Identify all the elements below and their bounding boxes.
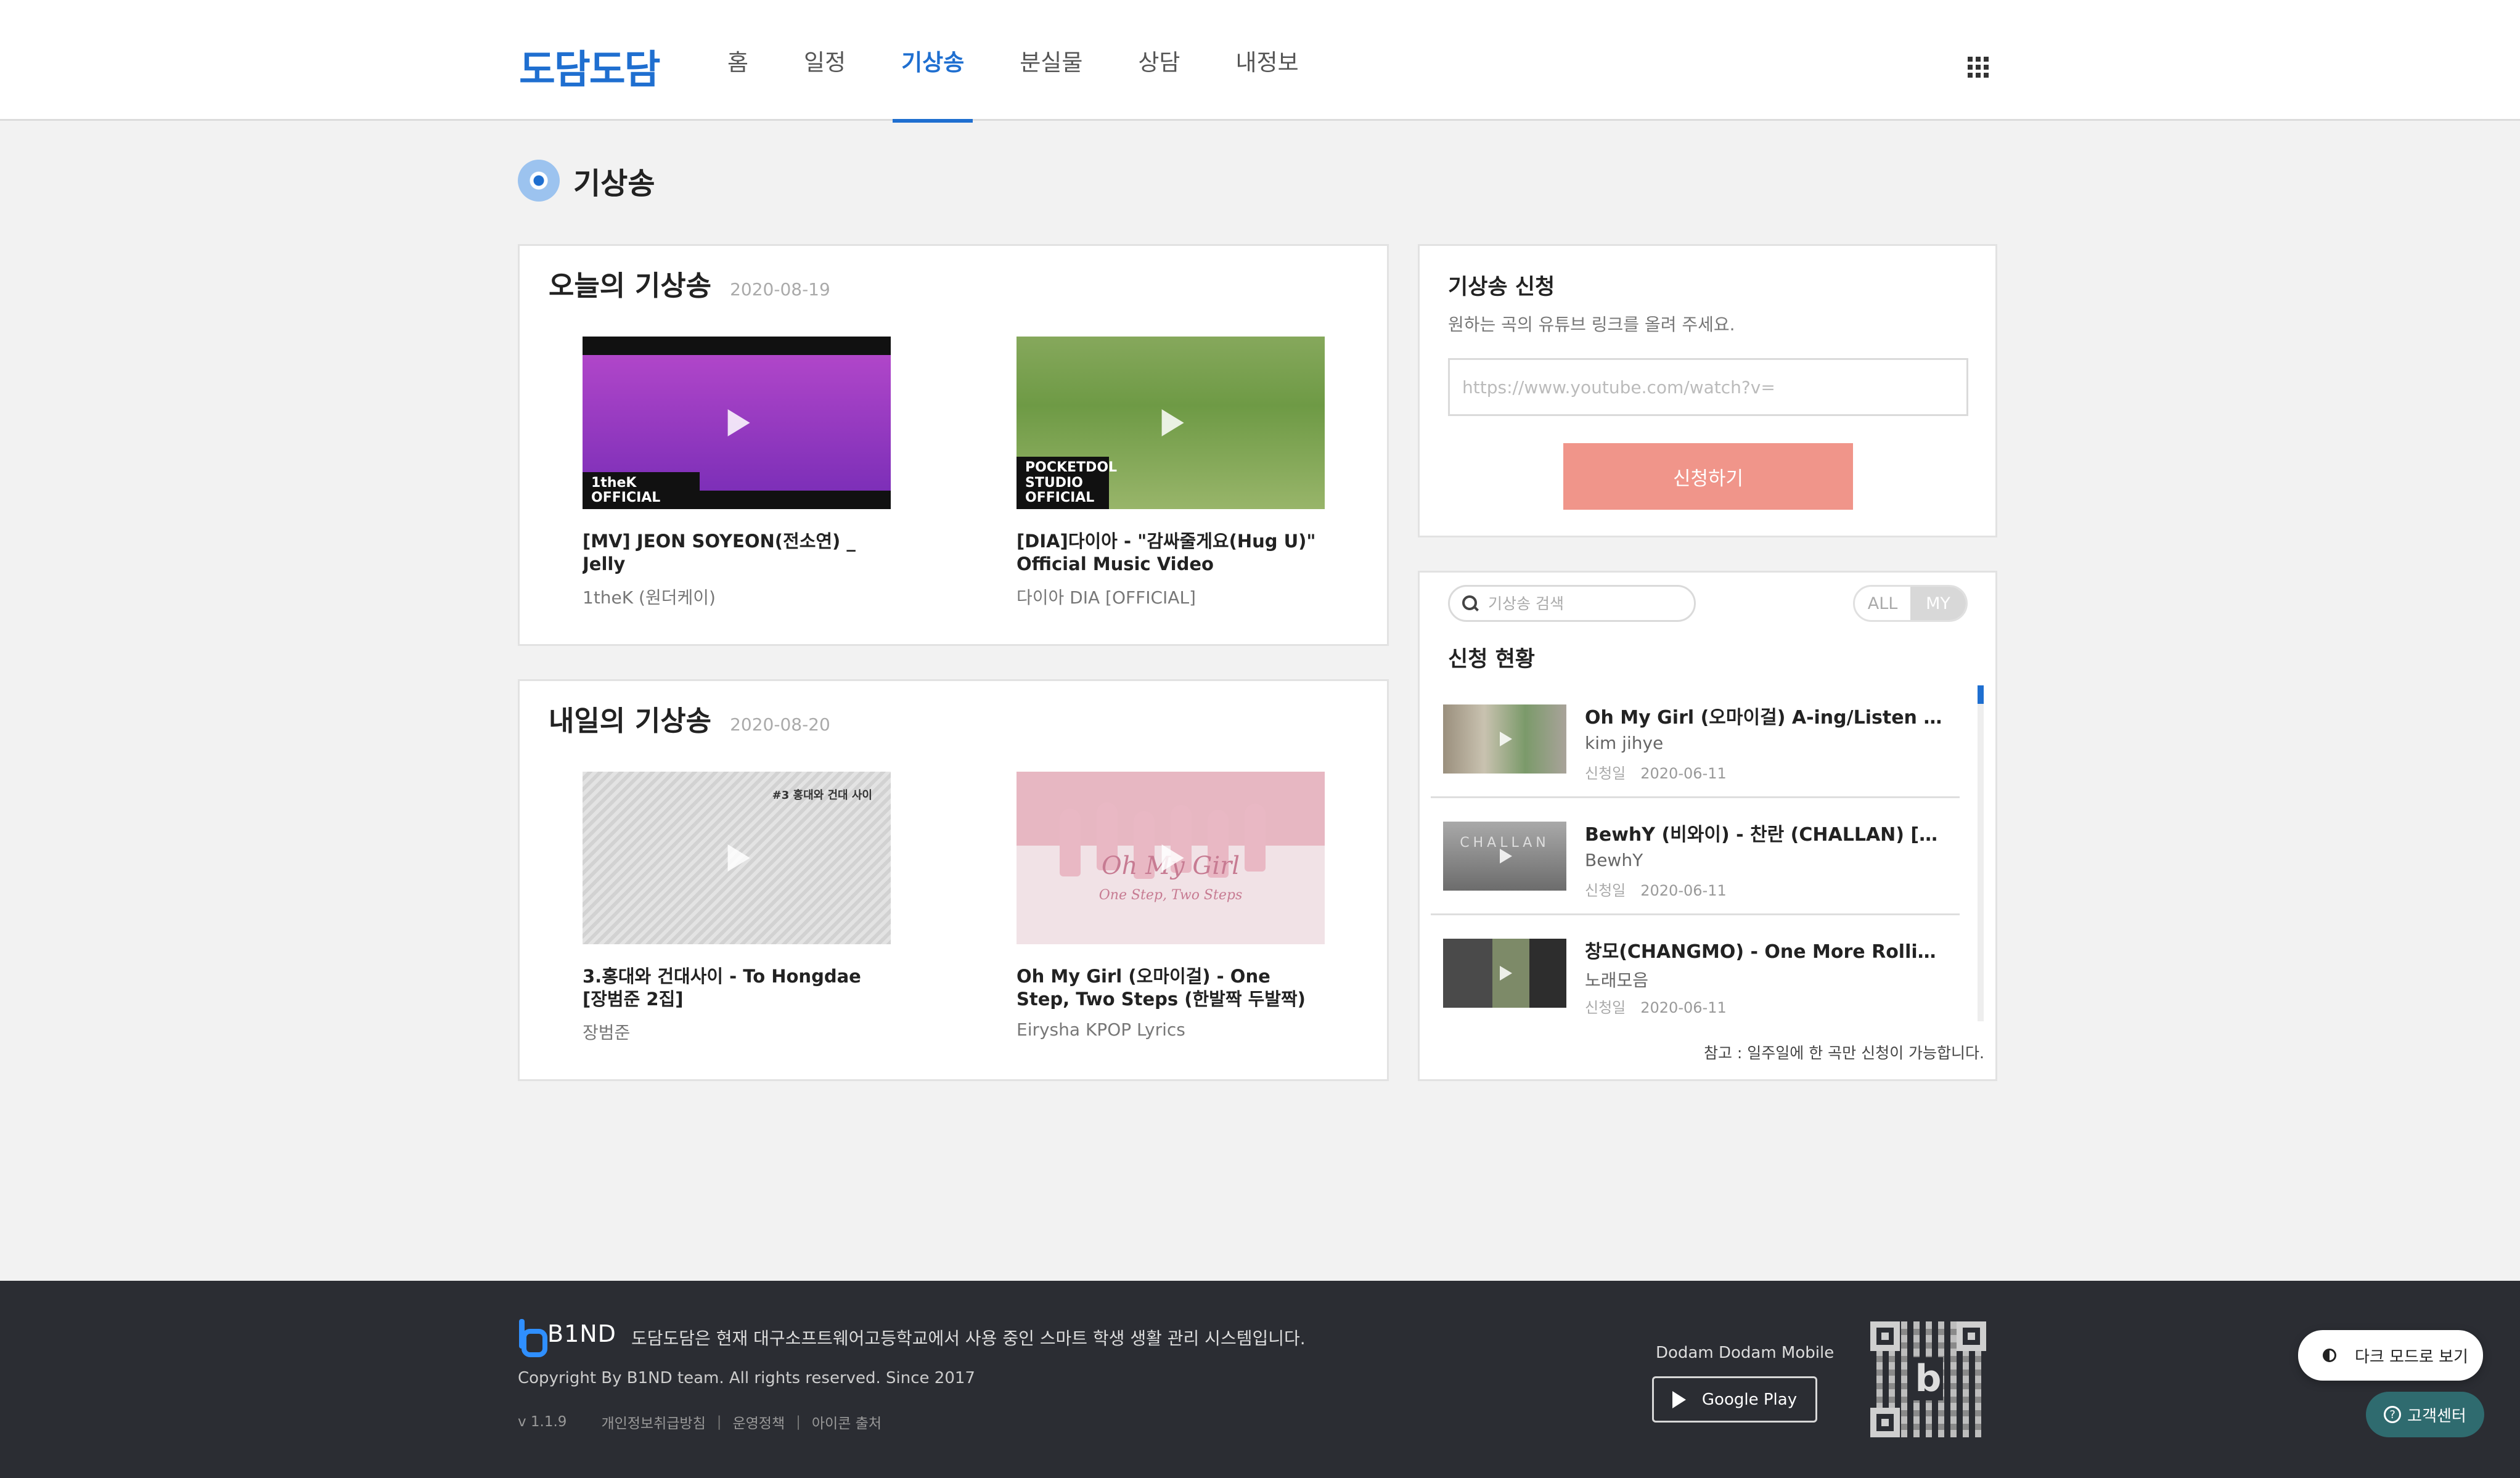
thumbnail-subcaption: One Step, Two Steps — [1098, 888, 1243, 903]
request-thumbnail[interactable] — [1443, 704, 1566, 774]
footer-links: v 1.1.9 개인정보취급방침 | 운영정책 | 아이콘 출처 — [518, 1411, 882, 1432]
page-title: 기상송 — [573, 166, 655, 201]
toggle-all[interactable]: ALL — [1855, 587, 1910, 620]
song-search-input[interactable] — [1487, 594, 1672, 613]
list-item[interactable]: Oh My Girl (오마이걸) A-ing/Listen ToMy(… ki… — [1431, 681, 1960, 798]
video-channel: 1theK (원더케이) — [583, 587, 716, 608]
today-title: 오늘의 기상송 — [549, 269, 712, 302]
request-user: kim jihye — [1585, 733, 1664, 753]
dark-mode-button[interactable]: 다크 모드로 보기 — [2298, 1330, 2483, 1381]
request-description: 원하는 곡의 유튜브 링크를 올려 주세요. — [1448, 314, 1735, 335]
help-icon: ? — [2384, 1406, 2402, 1423]
request-note: 참고 : 일주일에 한 곡만 신청이 가능합니다. — [1703, 1044, 1984, 1062]
request-user: BewhY — [1585, 850, 1643, 870]
list-item[interactable]: 창모(CHANGMO) - One More Rollie(Feat.… 노래모… — [1431, 915, 1960, 1020]
play-icon — [727, 409, 750, 436]
google-play-icon — [1672, 1390, 1686, 1408]
b1nd-logo: B1ND — [519, 1319, 616, 1357]
customer-center-button[interactable]: ? 고객센터 — [2366, 1392, 2484, 1437]
play-icon — [727, 844, 750, 872]
icon-credits-link[interactable]: 아이콘 출처 — [812, 1411, 882, 1432]
video-thumbnail[interactable]: Oh My Girl One Step, Two Steps — [1017, 772, 1325, 944]
request-list[interactable]: Oh My Girl (오마이걸) A-ing/Listen ToMy(… ki… — [1431, 681, 1961, 1020]
play-icon — [1500, 966, 1512, 981]
today-date: 2020-08-19 — [730, 279, 830, 300]
toggle-my[interactable]: MY — [1910, 587, 1966, 620]
submit-request-button[interactable]: 신청하기 — [1563, 443, 1853, 510]
logo[interactable]: 도담도담 — [519, 38, 661, 95]
footer: B1ND 도담도담은 현재 대구소프트웨어고등학교에서 사용 중인 스마트 학생… — [0, 1281, 2520, 1478]
tomorrow-title: 내일의 기상송 — [549, 704, 712, 737]
request-song-title: 창모(CHANGMO) - One More Rollie(Feat.… — [1585, 941, 1942, 963]
video-card[interactable]: 1theK OFFICIAL [MV] JEON SOYEON(전소연) _ J… — [583, 337, 891, 609]
request-user: 노래모음 — [1585, 970, 1649, 990]
request-song-title: Oh My Girl (오마이걸) A-ing/Listen ToMy(… — [1585, 707, 1942, 729]
video-card[interactable]: Oh My Girl One Step, Two Steps Oh My Gir… — [1017, 772, 1325, 1040]
video-card[interactable]: #3 홍대와 건대 사이 3.홍대와 건대사이 - To Hongdae [장범… — [583, 772, 891, 1044]
video-thumbnail[interactable]: #3 홍대와 건대 사이 — [583, 772, 891, 944]
request-song-title: BewhY (비와이) - 찬란 (CHALLAN) [Official … — [1585, 824, 1942, 846]
google-play-button[interactable]: Google Play — [1652, 1376, 1817, 1423]
request-thumbnail[interactable]: CHALLAN — [1443, 822, 1566, 891]
video-title[interactable]: [MV] JEON SOYEON(전소연) _ Jelly — [583, 530, 891, 576]
song-request-card: 기상송 신청 원하는 곡의 유튜브 링크를 올려 주세요. 신청하기 — [1418, 244, 1997, 537]
request-date: 신청일 2020-06-11 — [1585, 882, 1727, 899]
tomorrow-date: 2020-08-20 — [730, 714, 830, 735]
request-thumbnail[interactable] — [1443, 939, 1566, 1008]
version: v 1.1.9 — [518, 1414, 567, 1430]
page-title-row: 기상송 — [518, 159, 655, 202]
contrast-icon — [2323, 1349, 2336, 1362]
video-channel: 장범준 — [583, 1023, 631, 1043]
play-icon — [1161, 844, 1184, 872]
request-status-card: ALL MY 신청 현황 Oh My Girl (오마이걸) A-ing/Lis… — [1418, 571, 1997, 1081]
nav-home[interactable]: 홈 — [709, 0, 767, 121]
qr-code-icon: b — [1870, 1321, 1986, 1437]
status-title: 신청 현황 — [1448, 647, 1535, 672]
channel-badge: 1theK OFFICIAL — [583, 472, 700, 509]
video-title[interactable]: 3.홍대와 건대사이 - To Hongdae [장범준 2집] — [583, 965, 891, 1011]
operation-policy-link[interactable]: 운영정책 — [732, 1411, 785, 1432]
footer-description: 도담도담은 현재 대구소프트웨어고등학교에서 사용 중인 스마트 학생 생활 관… — [631, 1328, 1306, 1349]
video-channel: 다이아 DIA [OFFICIAL] — [1017, 587, 1196, 608]
request-date: 신청일 2020-06-11 — [1585, 765, 1727, 782]
song-search-box[interactable] — [1448, 585, 1696, 622]
channel-badge: POCKETDOL STUDIO OFFICIAL — [1017, 457, 1117, 509]
top-header: 도담도담 홈 일정 기상송 분실물 상담 내정보 — [0, 0, 2520, 123]
video-title[interactable]: Oh My Girl (오마이걸) - One Step, Two Steps … — [1017, 965, 1325, 1011]
video-thumbnail[interactable]: 1theK OFFICIAL — [583, 337, 891, 509]
all-my-toggle[interactable]: ALL MY — [1853, 585, 1968, 622]
request-date: 신청일 2020-06-11 — [1585, 999, 1727, 1016]
nav-schedule[interactable]: 일정 — [785, 0, 864, 121]
b1nd-logo-icon — [519, 1319, 547, 1357]
nav-counseling[interactable]: 상담 — [1119, 0, 1198, 121]
play-icon — [1500, 732, 1512, 746]
request-title: 기상송 신청 — [1448, 275, 1555, 300]
mobile-app-label: Dodam Dodam Mobile — [1656, 1344, 1835, 1362]
video-thumbnail[interactable]: POCKETDOL STUDIO OFFICIAL — [1017, 337, 1325, 509]
list-item[interactable]: CHALLAN BewhY (비와이) - 찬란 (CHALLAN) [Offi… — [1431, 798, 1960, 915]
disc-icon — [518, 160, 560, 202]
nav-my-info[interactable]: 내정보 — [1217, 0, 1317, 121]
tomorrow-song-card: 내일의 기상송 2020-08-20 #3 홍대와 건대 사이 3.홍대와 건대… — [518, 679, 1389, 1081]
main-nav: 홈 일정 기상송 분실물 상담 내정보 — [709, 0, 1336, 123]
nav-wakeup-song[interactable]: 기상송 — [883, 0, 983, 123]
video-card[interactable]: POCKETDOL STUDIO OFFICIAL [DIA]다이아 - "감싸… — [1017, 337, 1325, 609]
apps-grid-icon[interactable] — [1968, 57, 1989, 78]
privacy-policy-link[interactable]: 개인정보취급방침 — [601, 1411, 705, 1432]
thumbnail-caption: #3 홍대와 건대 사이 — [772, 789, 872, 802]
nav-lost-found[interactable]: 분실물 — [1001, 0, 1101, 121]
play-icon — [1500, 849, 1512, 864]
today-song-card: 오늘의 기상송 2020-08-19 1theK OFFICIAL [MV] J… — [518, 244, 1389, 646]
video-title[interactable]: [DIA]다이아 - "감싸줄게요(Hug U)" Official Music… — [1017, 530, 1325, 576]
copyright: Copyright By B1ND team. All rights reser… — [518, 1369, 975, 1387]
play-icon — [1161, 409, 1184, 436]
list-scrollbar[interactable] — [1978, 685, 1984, 1021]
video-channel: Eirysha KPOP Lyrics — [1017, 1019, 1185, 1040]
search-icon — [1462, 595, 1478, 611]
youtube-url-input[interactable] — [1448, 358, 1968, 416]
